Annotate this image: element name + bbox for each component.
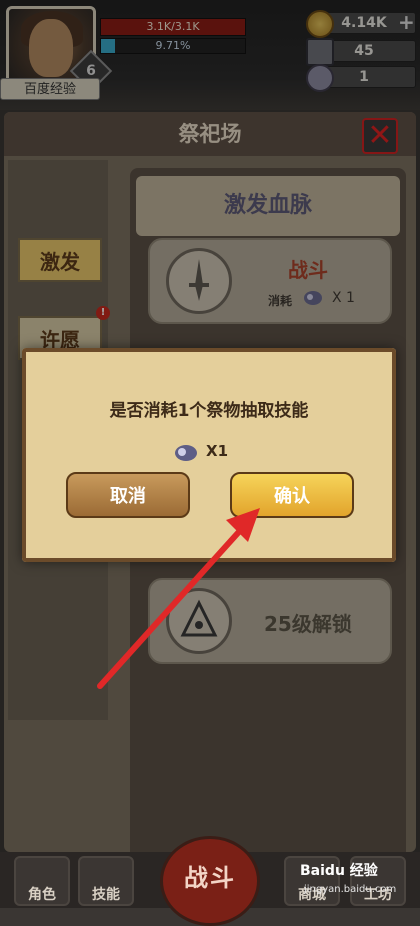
watermark-text: Baidu 经验 [300, 863, 378, 879]
dialog-multiplier: X1 [206, 442, 229, 460]
dialog-message: 是否消耗1个祭物抽取技能 [109, 401, 309, 421]
nav-skills-label: 技能 [92, 887, 120, 903]
ram-icon [172, 442, 200, 462]
fight-label: 战斗 [184, 864, 236, 892]
confirm-button[interactable]: 确认 [230, 472, 354, 518]
nav-character-label: 角色 [28, 887, 56, 903]
watermark-url: jingyan.baidu.com [304, 884, 397, 895]
cancel-button[interactable]: 取消 [66, 472, 190, 518]
